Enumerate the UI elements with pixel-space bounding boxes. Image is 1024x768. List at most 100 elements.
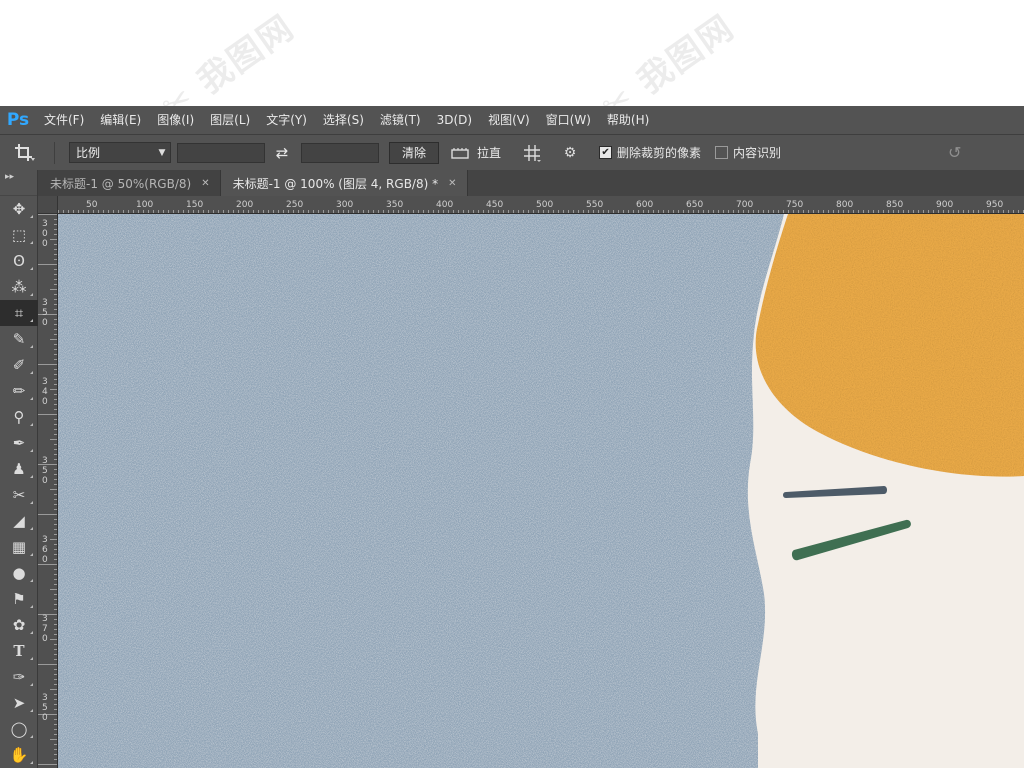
crop-preset-icon[interactable] <box>0 135 50 171</box>
history-brush-tool-button[interactable]: ✒ <box>0 430 38 456</box>
menu-item[interactable]: 帮助(H) <box>599 106 657 134</box>
blur-tool-button[interactable]: ● <box>0 560 38 586</box>
ellipse-tool-button[interactable]: ◯ <box>0 716 38 742</box>
ruler-label: 6 <box>42 545 48 555</box>
panel-collapse-icon[interactable]: ▸▸ <box>0 170 37 196</box>
document-tab-active[interactable]: 未标题-1 @ 100% (图层 4, RGB/8) * ✕ <box>220 170 468 196</box>
menu-item[interactable]: 窗口(W) <box>538 106 599 134</box>
content-aware-label[interactable]: 内容识别 <box>733 144 781 161</box>
healing-brush-icon: ✐ <box>12 356 26 374</box>
ruler-label: 4 <box>42 387 48 397</box>
ruler-label: 0 <box>42 229 48 239</box>
flyout-indicator <box>30 345 33 348</box>
sponge-tool-button[interactable]: ✿ <box>0 612 38 638</box>
blue-paper-shape <box>58 214 784 768</box>
menu-item[interactable]: 图像(I) <box>149 106 202 134</box>
ruler-label: 500 <box>536 200 553 210</box>
menu-item[interactable]: 编辑(E) <box>92 106 149 134</box>
eyedropper-tool-button[interactable]: ✎ <box>0 326 38 352</box>
menu-item[interactable]: 文字(Y) <box>258 106 315 134</box>
flyout-indicator <box>30 527 33 530</box>
ruler-label: 650 <box>686 200 703 210</box>
overlay-grid-icon[interactable] <box>517 135 547 171</box>
flyout-indicator <box>30 241 33 244</box>
ruler-label: 0 <box>42 476 48 486</box>
healing-brush-tool-button[interactable]: ✐ <box>0 352 38 378</box>
ruler-label: 3 <box>42 377 48 387</box>
flyout-indicator <box>30 579 33 582</box>
flyout-indicator <box>30 319 33 322</box>
flyout-indicator <box>30 683 33 686</box>
swap-icon[interactable]: ⇄ <box>269 144 295 162</box>
clone-stamp-tool-button[interactable]: ⚲ <box>0 404 38 430</box>
close-icon[interactable]: ✕ <box>448 178 456 189</box>
straighten-label[interactable]: 拉直 <box>477 144 501 161</box>
marquee-icon: ⬚ <box>11 226 27 244</box>
document-tabs: 未标题-1 @ 50%(RGB/8) ✕ 未标题-1 @ 100% (图层 4, R… <box>38 170 1024 196</box>
clear-button[interactable]: 清除 <box>389 141 440 164</box>
eraser-tool-button[interactable]: ◢ <box>0 508 38 534</box>
move-tool-button[interactable]: ✥ <box>0 196 38 222</box>
menu-item[interactable]: 选择(S) <box>315 106 372 134</box>
stamp-tool-button[interactable]: ♟ <box>0 456 38 482</box>
horizontal-ruler[interactable]: 50 100 150 200 250 300 350 400 450 500 550 600 650 70… <box>58 196 1024 214</box>
art-history-brush-icon: ✂ <box>12 486 26 504</box>
chevron-down-icon: ▼ <box>158 147 166 158</box>
ruler-label: 550 <box>586 200 603 210</box>
document-tab[interactable]: 未标题-1 @ 50%(RGB/8) ✕ <box>38 170 221 196</box>
lasso-tool-button[interactable]: ʘ <box>0 248 38 274</box>
tab-title: 未标题-1 @ 100% (图层 4, RGB/8) * <box>232 176 439 191</box>
menu-item[interactable]: 滤镜(T) <box>372 106 429 134</box>
eraser-icon: ◢ <box>13 512 25 530</box>
straighten-icon[interactable] <box>445 135 475 171</box>
menu-item[interactable]: 3D(D) <box>429 106 480 134</box>
vertical-ruler[interactable]: 300350340350360370350 <box>38 214 58 768</box>
flyout-indicator <box>30 371 33 374</box>
dodge-tool-button[interactable]: ⚑ <box>0 586 38 612</box>
ruler-label: 3 <box>42 693 48 703</box>
flyout-indicator <box>30 267 33 270</box>
ratio-select-value: 比例 <box>76 146 101 160</box>
hand-icon: ✋ <box>9 746 29 764</box>
delete-cropped-checkbox[interactable]: ✔ <box>599 146 613 159</box>
close-icon[interactable]: ✕ <box>201 178 209 189</box>
eyedropper-icon: ✎ <box>12 330 26 348</box>
clone-stamp-icon: ⚲ <box>13 408 25 426</box>
ruler-label: 900 <box>936 200 953 210</box>
width-field[interactable] <box>177 142 265 163</box>
type-tool-button[interactable]: T <box>0 638 38 664</box>
hand-tool-button[interactable]: ✋ <box>0 742 38 768</box>
menu-item[interactable]: 文件(F) <box>36 106 92 134</box>
flyout-indicator <box>30 475 33 478</box>
art-history-brush-tool-button[interactable]: ✂ <box>0 482 38 508</box>
blur-icon: ● <box>12 564 26 582</box>
ellipse-icon: ◯ <box>10 720 28 738</box>
pen-tool-button[interactable]: ✑ <box>0 664 38 690</box>
gear-icon[interactable]: ⚙ <box>555 135 585 171</box>
app-logo: Ps <box>6 110 30 130</box>
magic-wand-tool-button[interactable]: ⁂ <box>0 274 38 300</box>
flyout-indicator <box>30 761 33 764</box>
crop-tool-button[interactable]: ⌗ <box>0 300 38 326</box>
ruler-label: 450 <box>486 200 503 210</box>
menu-item[interactable]: 图层(L) <box>202 106 258 134</box>
menu-item[interactable]: 视图(V) <box>480 106 538 134</box>
reset-icon[interactable]: ↺ <box>948 143 966 162</box>
flyout-indicator <box>30 709 33 712</box>
ruler-label: 0 <box>42 713 48 723</box>
ratio-select[interactable]: 比例 ▼ <box>69 142 171 163</box>
document-canvas[interactable] <box>58 214 1024 768</box>
ruler-label: 750 <box>786 200 803 210</box>
gradient-tool-button[interactable]: ▦ <box>0 534 38 560</box>
history-brush-icon: ✒ <box>12 434 26 452</box>
content-aware-checkbox[interactable] <box>715 146 729 159</box>
delete-cropped-label[interactable]: 删除裁剪的像素 <box>617 144 701 161</box>
brush-tool-button[interactable]: ✏ <box>0 378 38 404</box>
ruler-label: 5 <box>42 466 48 476</box>
path-selection-icon: ➤ <box>12 694 26 712</box>
height-field[interactable] <box>301 142 379 163</box>
flyout-indicator <box>30 605 33 608</box>
flyout-indicator <box>30 631 33 634</box>
marquee-tool-button[interactable]: ⬚ <box>0 222 38 248</box>
path-selection-tool-button[interactable]: ➤ <box>0 690 38 716</box>
